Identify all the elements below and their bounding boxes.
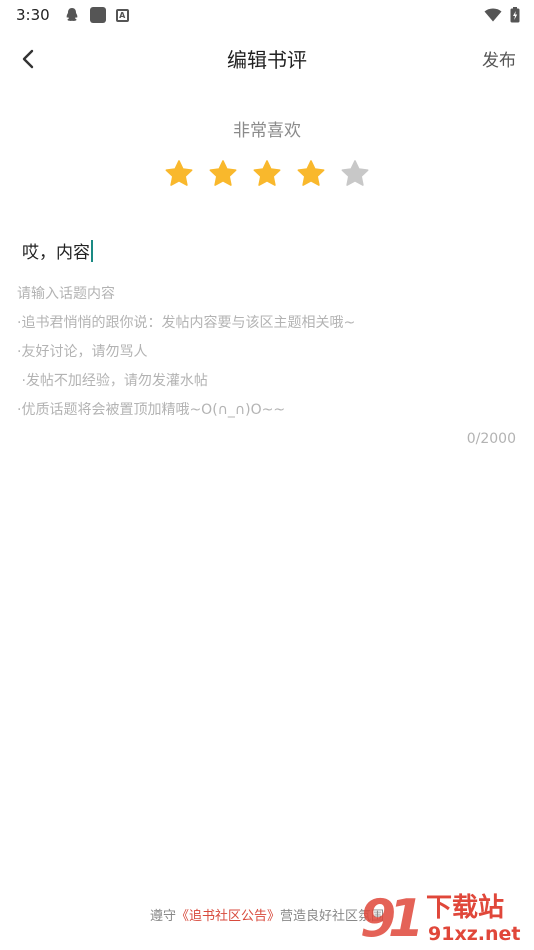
rating-label: 非常喜欢 xyxy=(233,121,301,141)
star-icon[interactable] xyxy=(339,158,371,190)
star-rating xyxy=(0,158,534,190)
star-icon[interactable] xyxy=(207,158,239,190)
watermark-text-top: 下载站 xyxy=(426,893,504,923)
placeholder-line: 请输入话题内容 xyxy=(17,286,115,302)
star-icon[interactable] xyxy=(251,158,283,190)
wifi-icon xyxy=(484,8,502,22)
placeholder-line: ·优质话题将会被置顶加精哦~O(∩_∩)O~~ xyxy=(17,402,286,418)
app-header: 编辑书评 发布 xyxy=(0,38,534,78)
watermark-text-bottom: 91xz.net xyxy=(428,923,520,945)
content-textarea[interactable]: 请输入话题内容 ·追书君悄悄的跟你说：发帖内容要与该区主题相关哦~ ·友好讨论，… xyxy=(17,280,517,425)
review-title-text: 哎，内容 xyxy=(22,243,90,263)
star-icon[interactable] xyxy=(163,158,195,190)
page-title: 编辑书评 xyxy=(227,48,307,72)
status-bar: 3:30 A xyxy=(0,0,534,30)
edit-review-screen: 3:30 A 编辑书评 发布 非常喜欢 哎，内容 请输入话题内容 ·追书君悄悄的… xyxy=(0,0,534,950)
text-cursor xyxy=(91,239,93,262)
placeholder-line: ·友好讨论，请勿骂人 xyxy=(17,344,148,360)
app-notification-icon xyxy=(89,7,106,23)
notification-icons: A xyxy=(64,7,129,23)
svg-text:1: 1 xyxy=(388,889,424,946)
status-time: 3:30 xyxy=(16,6,50,24)
battery-icon xyxy=(510,7,520,23)
community-rules-link[interactable]: 《追书社区公告》 xyxy=(176,909,280,924)
qq-icon xyxy=(66,8,78,21)
watermark-logo: 9 1 下载站 91xz.net xyxy=(360,889,520,946)
placeholder-line: ·追书君悄悄的跟你说：发帖内容要与该区主题相关哦~ xyxy=(17,315,356,331)
notice-prefix: 遵守 xyxy=(149,909,176,924)
publish-button[interactable]: 发布 xyxy=(482,46,516,71)
system-icons xyxy=(484,7,520,23)
placeholder-line: ·发帖不加经验，请勿发灌水帖 xyxy=(17,373,208,389)
a-notification-icon: A xyxy=(115,8,129,22)
review-title-input[interactable]: 哎，内容 xyxy=(22,238,93,263)
star-icon[interactable] xyxy=(295,158,327,190)
character-counter: 0/2000 xyxy=(466,431,516,447)
